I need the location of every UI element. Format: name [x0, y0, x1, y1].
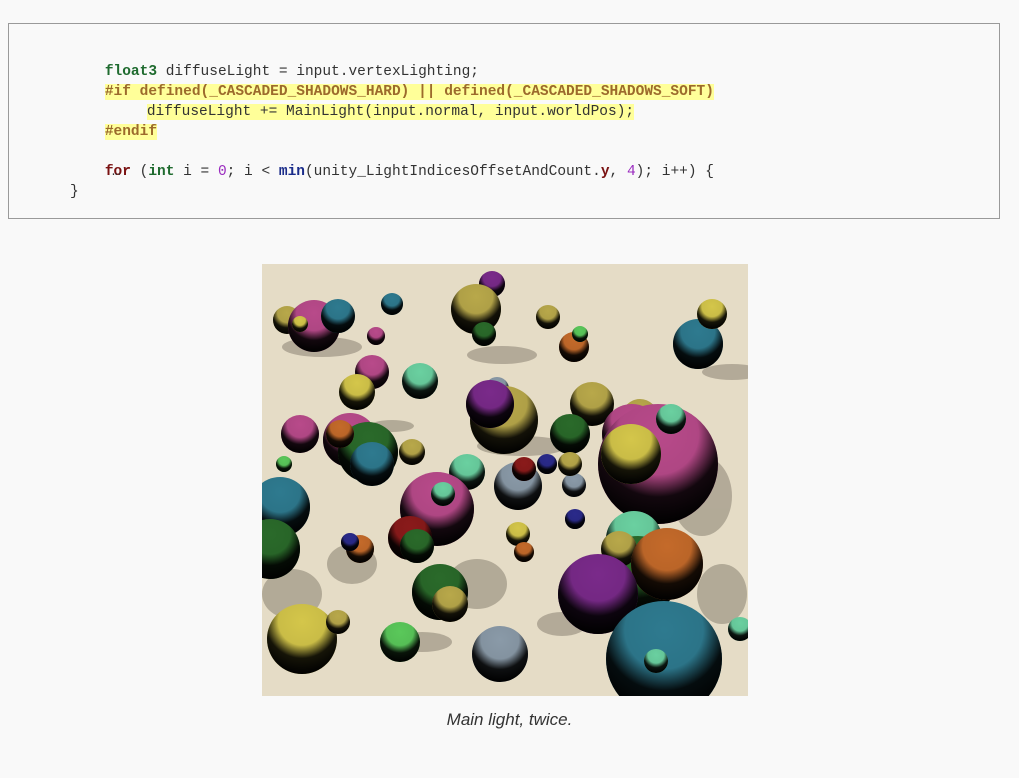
sphere-shading: [550, 414, 590, 454]
sphere-shading: [326, 420, 354, 448]
code-block: float3 diffuseLight = input.vertexLighti…: [8, 23, 1000, 219]
sphere-shading: [558, 452, 582, 476]
code-line-4: #endif: [70, 102, 158, 140]
code-token-y: y: [600, 164, 610, 180]
rendered-spheres-image: [262, 264, 748, 696]
code-line-7: …: [112, 164, 121, 180]
code-text: ); i++) {: [635, 164, 714, 180]
sphere-shading: [466, 380, 514, 428]
sphere-shading: [276, 456, 292, 472]
sphere-shading: [326, 610, 350, 634]
sphere-shading: [399, 439, 425, 465]
sphere-shading: [514, 542, 534, 562]
code-highlight: diffuseLight += MainLight(input.normal, …: [146, 104, 635, 120]
sphere-shading: [400, 529, 434, 563]
sphere-shading: [572, 326, 588, 342]
sphere-shading: [472, 626, 528, 682]
sphere-shading: [339, 374, 375, 410]
sphere-shading: [380, 622, 420, 662]
sphere-shading: [281, 415, 319, 453]
sphere-shading: [512, 457, 536, 481]
code-token-min: min: [278, 164, 305, 180]
code-number: 4: [626, 164, 636, 180]
code-text: ; i <: [226, 164, 279, 180]
sphere-shading: [631, 528, 703, 600]
sphere-shading: [350, 442, 394, 486]
code-text: (: [130, 164, 149, 180]
figure-caption: Main light, twice.: [446, 710, 573, 729]
preprocessor-endif: #endif: [104, 124, 158, 140]
sphere-shading: [402, 363, 438, 399]
sphere-shading: [562, 473, 586, 497]
sphere-shading: [432, 586, 468, 622]
code-line-6: for (int i = 0; i < min(unity_LightIndic…: [70, 142, 714, 180]
code-line-1: float3 diffuseLight = input.vertexLighti…: [70, 42, 479, 80]
code-token-int: int: [148, 164, 175, 180]
sphere-shading: [431, 482, 455, 506]
sphere-shading: [644, 649, 668, 673]
spheres-scene: [262, 264, 748, 696]
code-text: ,: [609, 164, 627, 180]
sphere-shading: [565, 509, 585, 529]
sphere-shading: [472, 322, 496, 346]
code-text: (unity_LightIndicesOffsetAndCount.: [304, 164, 601, 180]
code-text: i =: [174, 164, 218, 180]
code-number: 0: [217, 164, 227, 180]
sphere-shading: [536, 305, 560, 329]
sphere-shading: [537, 454, 557, 474]
sphere-shading: [601, 424, 661, 484]
sphere-shading: [367, 327, 385, 345]
code-line-2: #if defined(_CASCADED_SHADOWS_HARD) || d…: [70, 62, 714, 100]
sphere-shading: [697, 299, 727, 329]
sphere-shading: [321, 299, 355, 333]
code-line-8: }: [70, 184, 79, 200]
sphere-shading: [381, 293, 403, 315]
sphere-shading: [292, 316, 308, 332]
code-line-3: diffuseLight += MainLight(input.normal, …: [112, 82, 635, 120]
sphere-shading: [341, 533, 359, 551]
sphere-shading: [267, 604, 337, 674]
sphere-shading: [656, 404, 686, 434]
